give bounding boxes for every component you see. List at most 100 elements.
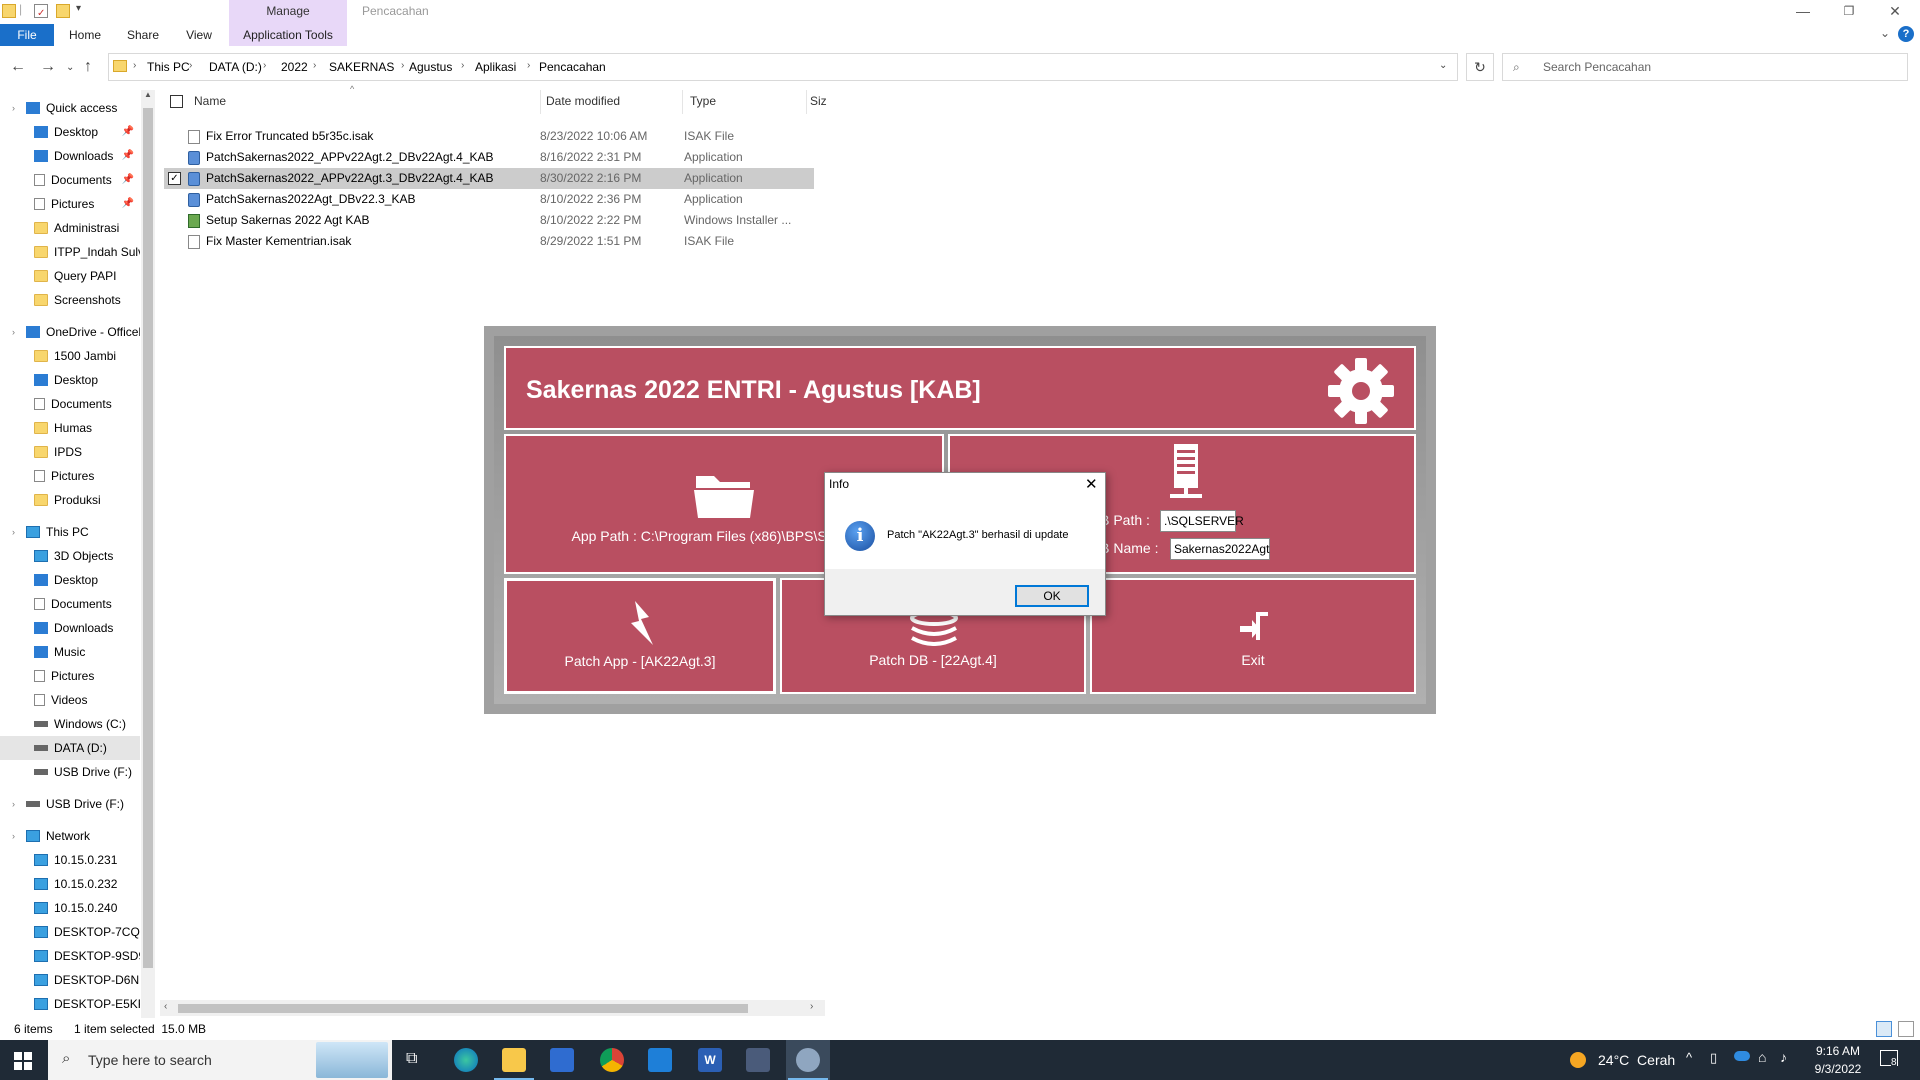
breadcrumb-this-pc[interactable]: This PC: [147, 60, 190, 74]
maximize-button[interactable]: ❐: [1826, 0, 1872, 24]
clock-time[interactable]: 9:16 AM: [1808, 1044, 1868, 1058]
nav-item[interactable]: Produksi: [0, 488, 140, 512]
file-row[interactable]: PatchSakernas2022Agt_DBv22.3_KAB 8/10/202…: [164, 189, 814, 210]
row-checkbox[interactable]: ✓: [168, 172, 181, 185]
tab-view[interactable]: View: [176, 24, 222, 46]
weather-text[interactable]: 24°C Cerah: [1598, 1052, 1675, 1068]
notification-center-icon[interactable]: 8: [1880, 1050, 1898, 1068]
nav-item[interactable]: Administrasi: [0, 216, 140, 240]
store-icon[interactable]: [550, 1048, 574, 1072]
nav-item[interactable]: Documents: [0, 592, 140, 616]
breadcrumb-pencacahan[interactable]: Pencacahan: [539, 60, 606, 74]
file-row[interactable]: Fix Master Kementrian.isak 8/29/2022 1:51…: [164, 231, 814, 252]
expand-chevron-icon[interactable]: ›: [12, 96, 15, 120]
patch-app-button[interactable]: Patch App - [AK22Agt.3]: [504, 578, 776, 694]
nav-item[interactable]: Windows (C:): [0, 712, 140, 736]
horizontal-scroll-thumb[interactable]: [178, 1004, 748, 1013]
horizontal-scrollbar[interactable]: ‹ ›: [160, 1000, 825, 1016]
nav-item[interactable]: Downloads 📌: [0, 144, 140, 168]
network-icon[interactable]: ⌂: [1758, 1049, 1766, 1065]
scroll-right-icon[interactable]: ›: [810, 1001, 813, 1012]
db-name-field[interactable]: Sakernas2022Agt: [1170, 538, 1270, 560]
onedrive-icon[interactable]: [1734, 1051, 1750, 1061]
nav-item[interactable]: Downloads: [0, 616, 140, 640]
nav-item[interactable]: IPDS: [0, 440, 140, 464]
expand-chevron-icon[interactable]: ›: [12, 792, 15, 816]
windows-start-icon[interactable]: [14, 1052, 32, 1070]
nav-scrollbar[interactable]: ▲: [141, 90, 155, 1018]
up-arrow-icon[interactable]: ↑: [84, 58, 92, 76]
show-hidden-icons-icon[interactable]: ^: [1686, 1050, 1692, 1065]
properties-icon[interactable]: ✓: [34, 4, 48, 19]
volume-icon[interactable]: ♪: [1780, 1049, 1787, 1065]
nav-item[interactable]: 3D Objects: [0, 544, 140, 568]
nav-item[interactable]: Humas: [0, 416, 140, 440]
breadcrumb-aplikasi[interactable]: Aplikasi: [475, 60, 516, 74]
nav-item[interactable]: Desktop: [0, 368, 140, 392]
customize-toolbar-icon[interactable]: ▾: [76, 3, 81, 14]
taskbar-search-box[interactable]: ⌕ Type here to search: [48, 1040, 392, 1080]
edge-icon[interactable]: [454, 1048, 478, 1072]
file-row[interactable]: Setup Sakernas 2022 Agt KAB 8/10/2022 2:2…: [164, 210, 814, 231]
file-explorer-icon[interactable]: [502, 1048, 526, 1072]
ok-button[interactable]: OK: [1015, 585, 1089, 607]
column-header-size[interactable]: Siz: [810, 90, 827, 114]
search-input[interactable]: ⌕ Search Pencacahan: [1502, 53, 1908, 81]
column-divider[interactable]: [806, 90, 807, 114]
nav-item[interactable]: ITPP_Indah Sulva: [0, 240, 140, 264]
nav-item[interactable]: DATA (D:): [0, 736, 140, 760]
nav-item[interactable]: DESKTOP-D6ND2: [0, 968, 140, 992]
help-icon[interactable]: ?: [1898, 26, 1914, 42]
column-header-type[interactable]: Type: [690, 90, 716, 114]
breadcrumb-2022[interactable]: 2022: [281, 60, 308, 74]
expand-chevron-icon[interactable]: ›: [12, 320, 15, 344]
manage-tab[interactable]: Manage: [229, 0, 347, 24]
tab-home[interactable]: Home: [62, 24, 108, 46]
column-divider[interactable]: [682, 90, 683, 114]
back-arrow-icon[interactable]: ←: [10, 58, 26, 76]
nav-item[interactable]: Pictures: [0, 464, 140, 488]
breadcrumb-sakernas[interactable]: SAKERNAS: [329, 60, 394, 74]
nav-item[interactable]: DESKTOP-7CQ3S: [0, 920, 140, 944]
nav-item[interactable]: Pictures 📌: [0, 192, 140, 216]
battery-icon[interactable]: ▯: [1710, 1050, 1717, 1066]
large-icons-view-icon[interactable]: [1898, 1021, 1914, 1037]
refresh-icon[interactable]: ↻: [1466, 53, 1494, 81]
address-dropdown-icon[interactable]: ⌄: [1439, 60, 1447, 71]
dialog-close-icon[interactable]: ✕: [1085, 475, 1098, 493]
nav-item[interactable]: OneDrive - Officel ›: [0, 320, 140, 344]
nav-item[interactable]: Quick access ›: [0, 96, 140, 120]
tab-file[interactable]: File: [0, 24, 54, 46]
recent-locations-icon[interactable]: ⌄: [66, 62, 74, 73]
address-bar[interactable]: › This PC › DATA (D:) › 2022 › SAKERNAS …: [108, 53, 1458, 81]
file-row[interactable]: PatchSakernas2022_APPv22Agt.2_DBv22Agt.4…: [164, 147, 814, 168]
clock-date[interactable]: 9/3/2022: [1808, 1062, 1868, 1076]
file-row[interactable]: ✓ PatchSakernas2022_APPv22Agt.3_DBv22Agt.…: [164, 168, 814, 189]
nav-item[interactable]: This PC ›: [0, 520, 140, 544]
chrome-icon[interactable]: [600, 1048, 624, 1072]
nav-item[interactable]: Videos: [0, 688, 140, 712]
column-header-date[interactable]: Date modified: [546, 90, 620, 114]
settings-gear-icon[interactable]: [1324, 354, 1398, 428]
scroll-up-icon[interactable]: ▲: [144, 90, 152, 99]
close-button[interactable]: ✕: [1872, 0, 1918, 24]
scroll-left-icon[interactable]: ‹: [164, 1001, 167, 1012]
expand-chevron-icon[interactable]: ›: [12, 824, 15, 848]
nav-item[interactable]: DESKTOP-E5KFC: [0, 992, 140, 1016]
task-view-icon[interactable]: ⧉: [406, 1050, 417, 1068]
nav-item[interactable]: Documents: [0, 392, 140, 416]
weather-sun-icon[interactable]: [1570, 1052, 1586, 1068]
sakernas-app-icon[interactable]: [796, 1048, 820, 1072]
column-header-name[interactable]: Name: [194, 90, 226, 114]
db-path-field[interactable]: .\SQLSERVER: [1160, 510, 1244, 532]
column-divider[interactable]: [540, 90, 541, 114]
nav-item[interactable]: Desktop 📌: [0, 120, 140, 144]
nav-scroll-thumb[interactable]: [143, 108, 153, 968]
breadcrumb-agustus[interactable]: Agustus: [409, 60, 452, 74]
nav-item[interactable]: Music: [0, 640, 140, 664]
nav-item[interactable]: DESKTOP-9SD9T: [0, 944, 140, 968]
tab-application-tools[interactable]: Application Tools: [229, 24, 347, 46]
nav-item[interactable]: USB Drive (F:): [0, 760, 140, 784]
nav-item[interactable]: Documents 📌: [0, 168, 140, 192]
nav-item[interactable]: USB Drive (F:) ›: [0, 792, 140, 816]
